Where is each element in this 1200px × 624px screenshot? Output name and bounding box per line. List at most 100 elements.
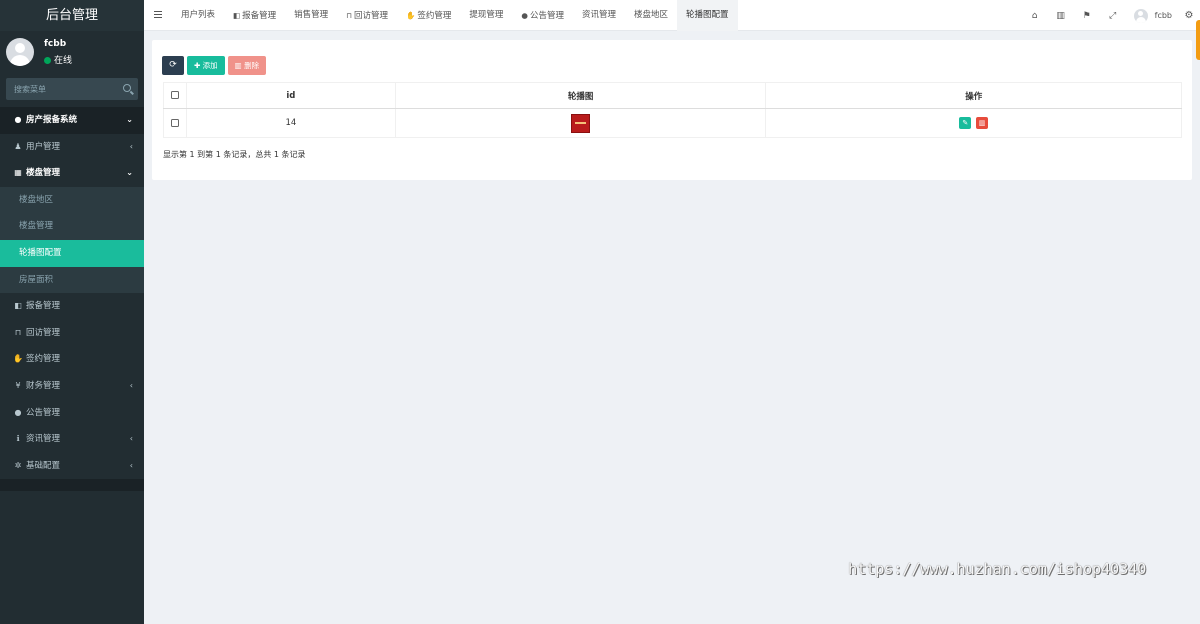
sidebar-item-settings[interactable]: ✲ 基础配置 ‹	[0, 453, 144, 480]
brand-title[interactable]: 后台管理	[0, 0, 144, 31]
sidebar-subitem-area[interactable]: 房屋面积	[0, 267, 144, 294]
menu-toggle-icon[interactable]	[154, 11, 162, 18]
sidebar-item-house-system[interactable]: ● 房产报备系统 ⌄	[0, 107, 144, 134]
tab-reports[interactable]: ◧ 报备管理	[224, 0, 285, 31]
nav-tools: ⌂ ▥ ⚑ ⤢ fcbb ⚙	[1022, 0, 1200, 31]
user-status-label: 在线	[54, 56, 73, 66]
home-icon[interactable]: ⌂	[1022, 11, 1048, 21]
trash-icon: ▥	[978, 119, 986, 127]
tab-carousel[interactable]: 轮播图配置	[676, 0, 738, 31]
delete-button[interactable]: ▥ 删除	[227, 56, 267, 75]
column-header-id[interactable]: id	[185, 82, 396, 109]
tab-label: 楼盘地区	[633, 10, 668, 20]
sidebar-menu-footer	[0, 479, 144, 492]
sidebar-item-reports[interactable]: ◧ 报备管理	[0, 293, 144, 320]
tab-withdraw[interactable]: 提现管理	[460, 0, 512, 31]
row-actions-cell: ✎ ▥	[765, 108, 1182, 138]
sidebar-item-visits[interactable]: ⊓ 回访管理	[0, 320, 144, 347]
tab-label: 轮播图配置	[685, 10, 729, 20]
sidebar-item-users[interactable]: ♟ 用户管理 ‹	[0, 134, 144, 161]
sidebar-subitem-carousel[interactable]: 轮播图配置	[0, 239, 144, 267]
sidebar: 后台管理 fcbb 在线 ● 房产报备系统 ⌄ ♟ 用户管理 ‹ ▦ 楼盘管理 ⌄ 楼…	[0, 0, 144, 624]
sidebar-item-label: 财务管理	[26, 380, 61, 391]
tab-label: 资讯管理	[581, 10, 616, 20]
column-header-image: 轮播图	[394, 82, 767, 109]
tab-news[interactable]: 资讯管理	[573, 0, 625, 31]
tab-user-list[interactable]: 用户列表	[172, 0, 224, 31]
tab-region[interactable]: 楼盘地区	[625, 0, 677, 31]
menu-search-input[interactable]	[6, 78, 116, 100]
carousel-thumbnail[interactable]	[571, 113, 591, 133]
sidebar-submenu-buildings: 楼盘地区 楼盘管理 轮播图配置 房屋面积	[0, 186, 144, 294]
sidebar-item-finance[interactable]: ¥ 财务管理 ‹	[0, 373, 144, 400]
plus-icon: ✚	[194, 61, 203, 70]
sidebar-item-news[interactable]: ℹ 资讯管理 ‹	[0, 426, 144, 453]
chevron-down-icon: ⌄	[126, 115, 133, 124]
tab-contracts[interactable]: ✋ 签约管理	[397, 0, 460, 31]
comments-icon: ●	[14, 407, 22, 417]
chevron-left-icon: ‹	[129, 460, 133, 470]
tab-visits[interactable]: ⊓ 回访管理	[337, 0, 397, 31]
side-config-handle[interactable]	[1196, 20, 1200, 60]
refresh-button[interactable]: ⟳	[162, 56, 184, 75]
yen-icon: ¥	[15, 380, 21, 390]
search-icon[interactable]	[123, 84, 131, 92]
tab-label: 公告管理	[529, 11, 564, 21]
menu-search	[6, 78, 138, 100]
row-id: 14	[185, 108, 396, 138]
lock-icon: ⊓	[14, 327, 22, 337]
tab-sales[interactable]: 销售管理	[285, 0, 337, 31]
sidebar-item-label: 回访管理	[26, 327, 61, 338]
book-icon: ◧	[233, 11, 241, 20]
language-icon[interactable]: ⚑	[1074, 11, 1100, 21]
watermark-url: https://www.huzhan.com/ishop40340	[848, 560, 1147, 578]
delete-button-label: 删除	[244, 61, 260, 70]
user-panel: fcbb 在线	[6, 36, 142, 68]
chevron-left-icon: ‹	[129, 434, 133, 444]
lock-icon: ⊓	[346, 11, 352, 20]
pagination-info: 显示第 1 到第 1 条记录，总共 1 条记录	[163, 150, 306, 159]
content-panel: ⟳ ✚ 添加 ▥ 删除 id 轮播图 操作 14 ✎ ▥ 显示第 1 到第 1 …	[152, 40, 1192, 180]
gear-icon: ✲	[14, 460, 22, 470]
chevron-left-icon: ‹	[129, 141, 133, 151]
avatar	[6, 38, 34, 66]
sidebar-menu: ● 房产报备系统 ⌄ ♟ 用户管理 ‹ ▦ 楼盘管理 ⌄ 楼盘地区 楼盘管理 轮播图配…	[0, 107, 144, 492]
trash-icon: ▥	[234, 61, 245, 70]
refresh-icon: ⟳	[169, 60, 177, 70]
row-checkbox[interactable]	[170, 118, 179, 127]
sidebar-item-label: 公告管理	[26, 407, 61, 418]
sidebar-item-notices[interactable]: ● 公告管理	[0, 400, 144, 427]
top-nav: 用户列表 ◧ 报备管理 销售管理 ⊓ 回访管理 ✋ 签约管理 提现管理 ● 公告管理 资…	[144, 0, 1200, 60]
fullscreen-icon[interactable]: ⤢	[1100, 11, 1126, 21]
tab-label: 提现管理	[469, 10, 504, 20]
row-image-cell	[394, 108, 767, 138]
tab-label: 报备管理	[242, 11, 277, 21]
sidebar-item-buildings[interactable]: ▦ 楼盘管理 ⌄	[0, 160, 144, 187]
select-all-cell	[163, 82, 187, 109]
row-delete-button[interactable]: ▥	[976, 117, 989, 129]
table-row: 14 ✎ ▥	[163, 108, 1182, 138]
chevron-left-icon: ‹	[129, 380, 133, 390]
sidebar-item-label: 签约管理	[26, 354, 61, 365]
nav-user-name: fcbb	[1154, 11, 1172, 20]
sidebar-item-label: 楼盘管理	[26, 168, 61, 179]
sidebar-subitem-buildings[interactable]: 楼盘管理	[0, 213, 144, 240]
comments-icon: ●	[14, 115, 22, 124]
trash-icon[interactable]: ▥	[1048, 11, 1074, 21]
tab-notices[interactable]: ● 公告管理	[512, 0, 573, 31]
sidebar-item-contracts[interactable]: ✋ 签约管理	[0, 346, 144, 373]
book-icon: ◧	[14, 301, 22, 311]
tab-label: 销售管理	[294, 10, 329, 20]
column-header-actions: 操作	[765, 82, 1182, 109]
nav-user-menu[interactable]: fcbb	[1133, 8, 1172, 23]
select-all-checkbox[interactable]	[170, 91, 179, 99]
sidebar-item-label: 用户管理	[26, 141, 61, 152]
user-icon: ♟	[14, 141, 22, 151]
data-table: id 轮播图 操作 14 ✎ ▥	[163, 82, 1182, 138]
building-icon: ▦	[14, 168, 22, 178]
sidebar-subitem-region[interactable]: 楼盘地区	[0, 187, 144, 214]
edit-button[interactable]: ✎	[959, 117, 972, 129]
add-button[interactable]: ✚ 添加	[187, 56, 225, 75]
row-select-cell	[163, 108, 187, 138]
chevron-down-icon: ⌄	[126, 168, 133, 178]
